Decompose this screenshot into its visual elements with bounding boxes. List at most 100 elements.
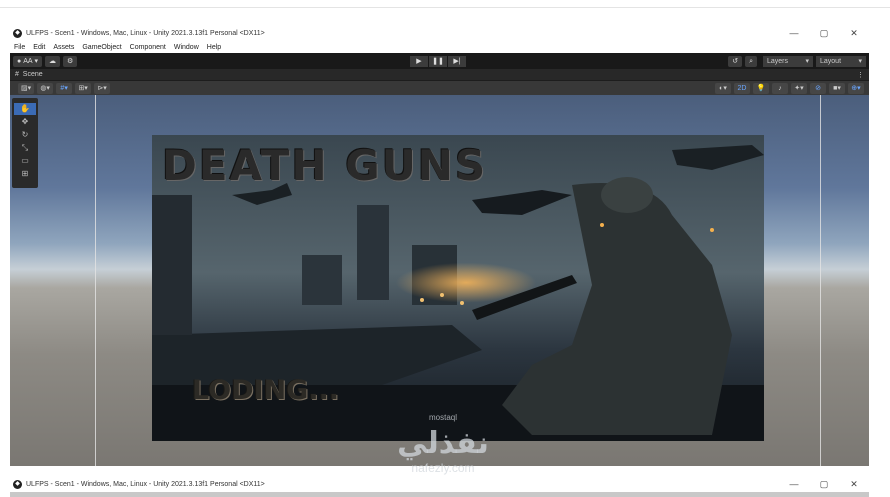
- audio-toggle[interactable]: ♪: [772, 82, 788, 94]
- visibility-toggle[interactable]: ⊘: [810, 82, 826, 94]
- hand-icon: ✋: [20, 104, 30, 113]
- shading-icon: ◍▾: [40, 84, 50, 92]
- orientation-gizmo-icon: ⊕▾: [851, 84, 861, 92]
- menu-bar: File Edit Assets GameObject Component Wi…: [10, 41, 869, 53]
- play-icon: ▶: [416, 57, 422, 65]
- watermark-mostaql: mostaql: [428, 413, 457, 422]
- snap-icon: ⊞▾: [78, 84, 88, 92]
- orientation-dropdown[interactable]: ⊕▾: [848, 82, 864, 94]
- hand-tool[interactable]: ✋: [14, 103, 36, 115]
- gizmo-dropdown[interactable]: ◐▾: [715, 82, 731, 94]
- maximize-button[interactable]: ▢: [809, 479, 839, 490]
- menu-assets[interactable]: Assets: [53, 44, 74, 51]
- window-title: ULFPS - Scen1 - Windows, Mac, Linux - Un…: [26, 30, 265, 37]
- play-button[interactable]: ▶: [410, 55, 428, 67]
- step-button[interactable]: ▶|: [448, 55, 466, 67]
- unity-logo-icon: ◆: [13, 29, 22, 38]
- increment-icon: ⊳▾: [97, 84, 107, 92]
- mode-2d-toggle[interactable]: 2D: [734, 82, 750, 94]
- audio-icon: ♪: [778, 84, 782, 92]
- screenshot-page: ◆ ULFPS - Scen1 - Windows, Mac, Linux - …: [0, 0, 890, 497]
- close-button[interactable]: ✕: [839, 479, 869, 490]
- rotate-tool[interactable]: ↻: [14, 129, 36, 141]
- account-label: AA: [23, 57, 33, 65]
- undo-history-button[interactable]: ↺: [728, 55, 743, 67]
- layout-label: Layout: [820, 57, 842, 65]
- transform-tool[interactable]: ⊞: [14, 168, 36, 180]
- main-toolbar: ● AA ▾ ☁ ⚙ ▶ ❚❚ ▶| ↺ ⌕ Layers ▾ Layout ▾: [10, 53, 869, 69]
- grid-snap-dropdown[interactable]: #▾: [56, 82, 73, 94]
- chevron-down-icon: ▾: [805, 57, 809, 65]
- chevron-down-icon: ▾: [32, 57, 38, 65]
- rect-tool[interactable]: ▭: [14, 155, 36, 167]
- rect-icon: ▭: [21, 156, 29, 165]
- layers-dropdown[interactable]: Layers ▾: [763, 55, 813, 67]
- watermark-arabic: نفذلي: [397, 426, 489, 461]
- step-icon: ▶|: [453, 57, 461, 65]
- scene-toolbar-right: ◐▾ 2D 💡 ♪ ✦▾ ⊘ ■▾ ⊕▾: [715, 82, 867, 94]
- rotate-icon: ↻: [21, 130, 29, 139]
- layout-dropdown[interactable]: Layout ▾: [816, 55, 866, 67]
- unity-editor-window: ◆ ULFPS - Scen1 - Windows, Mac, Linux - …: [10, 26, 869, 466]
- transform-icon: ⊞: [21, 169, 29, 178]
- scene-tab[interactable]: # Scene: [15, 71, 43, 78]
- menu-gameobject[interactable]: GameObject: [82, 44, 121, 51]
- scene-toolbar: ▨▾ ◍▾ #▾ ⊞▾ ⊳▾ ◐▾ 2D 💡 ♪ ✦▾ ⊘ ■▾ ⊕▾: [10, 81, 869, 95]
- lighting-toggle[interactable]: 💡: [753, 82, 769, 94]
- move-tool[interactable]: ✥: [14, 116, 36, 128]
- title-bar: ◆ ULFPS - Scen1 - Windows, Mac, Linux - …: [10, 26, 869, 41]
- cloud-icon: ☁: [49, 57, 56, 65]
- tool-palette: ✋ ✥ ↻ ⤡ ▭ ⊞: [12, 98, 38, 188]
- effects-dropdown[interactable]: ✦▾: [791, 82, 807, 94]
- scene-tab-bar: # Scene ⋮: [10, 69, 869, 81]
- play-controls: ▶ ❚❚ ▶|: [410, 55, 467, 67]
- grid-snap-icon: #▾: [60, 84, 68, 92]
- window-controls-2: — ▢ ✕: [779, 479, 869, 490]
- toolbar-right: ↺ ⌕ Layers ▾ Layout ▾: [728, 55, 866, 67]
- camera-icon: ■▾: [833, 84, 841, 92]
- scene-viewport[interactable]: ✋ ✥ ↻ ⤡ ▭ ⊞ DEATH GUNS LODING...: [10, 95, 869, 466]
- window-controls: — ▢ ✕: [779, 28, 869, 39]
- search-button[interactable]: ⌕: [745, 55, 757, 67]
- account-dropdown[interactable]: ● AA ▾: [13, 55, 42, 67]
- draw-mode-dropdown[interactable]: ▨▾: [18, 82, 35, 94]
- camera-dropdown[interactable]: ■▾: [829, 82, 845, 94]
- collab-button[interactable]: ⚙: [63, 55, 78, 67]
- draw-mode-icon: ▨▾: [21, 84, 32, 92]
- move-icon: ✥: [21, 117, 29, 126]
- watermark-url: nafezly.com: [411, 461, 475, 475]
- pause-icon: ❚❚: [432, 57, 444, 65]
- loading-text: LODING...: [192, 375, 340, 406]
- more-options-icon[interactable]: ⋮: [857, 71, 864, 79]
- minimize-button[interactable]: —: [779, 28, 809, 39]
- top-divider: [0, 0, 890, 8]
- menu-help[interactable]: Help: [207, 44, 221, 51]
- cloud-button[interactable]: ☁: [45, 55, 60, 67]
- minimize-button[interactable]: —: [779, 479, 809, 490]
- gizmo-icon: ◐▾: [719, 84, 727, 92]
- menu-file[interactable]: File: [14, 44, 25, 51]
- increment-dropdown[interactable]: ⊳▾: [94, 82, 111, 94]
- effects-icon: ✦▾: [794, 84, 804, 92]
- canvas-guide-right: [820, 95, 821, 466]
- maximize-button[interactable]: ▢: [809, 28, 839, 39]
- scene-tab-label: Scene: [22, 71, 43, 78]
- menu-edit[interactable]: Edit: [33, 44, 45, 51]
- collab-icon: ⚙: [67, 57, 74, 65]
- window-title-2: ULFPS - Scen1 - Windows, Mac, Linux - Un…: [26, 481, 265, 488]
- canvas-guide-left: [95, 95, 96, 466]
- menu-window[interactable]: Window: [174, 44, 199, 51]
- light-bulb-icon: 💡: [756, 84, 766, 92]
- pause-button[interactable]: ❚❚: [429, 55, 447, 67]
- close-button[interactable]: ✕: [839, 28, 869, 39]
- grid-icon: #: [15, 71, 21, 78]
- snap-increment-dropdown[interactable]: ⊞▾: [75, 82, 92, 94]
- layers-label: Layers: [767, 57, 789, 65]
- shading-dropdown[interactable]: ◍▾: [37, 82, 54, 94]
- menu-component[interactable]: Component: [130, 44, 166, 51]
- game-loading-image: DEATH GUNS LODING...: [152, 135, 764, 441]
- scale-tool[interactable]: ⤡: [14, 142, 36, 154]
- game-title-text: DEATH GUNS: [162, 141, 488, 190]
- title-bar-2: ◆ ULFPS - Scen1 - Windows, Mac, Linux - …: [10, 477, 869, 492]
- unity-logo-icon: ◆: [13, 480, 22, 489]
